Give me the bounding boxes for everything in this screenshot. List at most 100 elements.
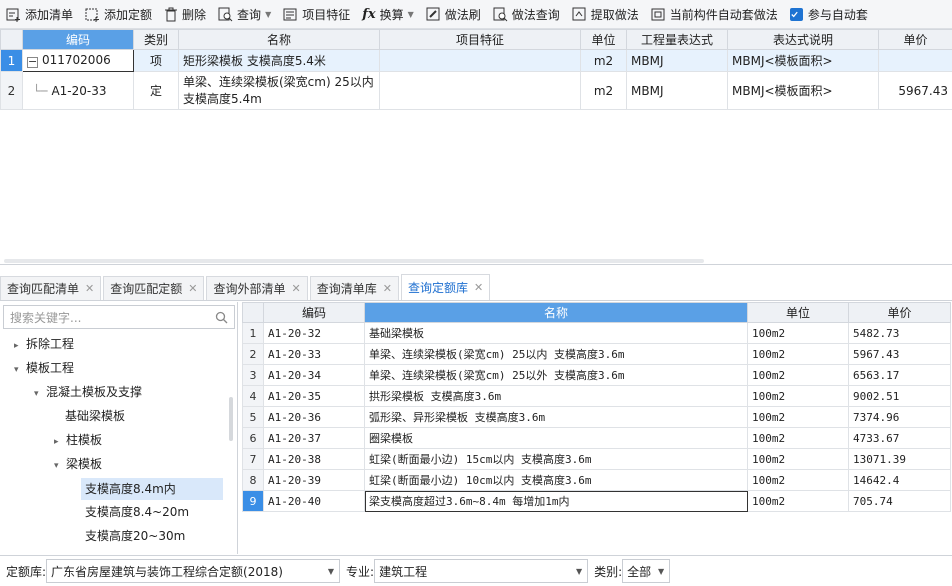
cell-type[interactable]: 定: [133, 71, 179, 110]
cell-code[interactable]: A1-20-36: [263, 406, 365, 428]
row-number[interactable]: 6: [242, 427, 264, 449]
cell-name[interactable]: 圈梁模板: [364, 427, 748, 449]
tree-item-height-20-30[interactable]: 支模高度20~30m: [85, 525, 185, 547]
item-feature-button[interactable]: 项目特征: [277, 3, 355, 25]
chevron-down-icon[interactable]: ▾: [14, 359, 26, 381]
table-row[interactable]: 8 A1-20-39 虹梁(断面最小边) 10cm以内 支模高度3.6m 100m2 1…: [242, 469, 951, 491]
header-unit[interactable]: 单位: [747, 302, 849, 323]
row-number[interactable]: 2: [242, 343, 264, 365]
tree-item-formwork[interactable]: ▾ 模板工程: [14, 357, 74, 379]
cell-unit[interactable]: 100m2: [747, 343, 849, 365]
cell-unit[interactable]: m2: [580, 71, 627, 110]
query-button[interactable]: 查询 ▼: [212, 3, 276, 25]
chevron-right-icon[interactable]: ▸: [54, 431, 66, 453]
convert-button[interactable]: fx 换算 ▼: [356, 3, 419, 25]
cell-price[interactable]: 6563.17: [848, 364, 951, 386]
search-icon[interactable]: [215, 311, 228, 324]
cell-unit[interactable]: 100m2: [747, 448, 849, 470]
table-row[interactable]: 5 A1-20-36 弧形梁、异形梁模板 支模高度3.6m 100m2 7374.96: [242, 406, 951, 428]
tab-list-library[interactable]: 查询清单库 ✕: [309, 276, 399, 300]
cell-price[interactable]: 9002.51: [848, 385, 951, 407]
cell-code[interactable]: A1-20-38: [263, 448, 365, 470]
table-row[interactable]: 1 −011702006 项 矩形梁模板 支模高度5.4米 m2 MBMJ MB…: [0, 49, 952, 72]
tree-item-column[interactable]: ▸ 柱模板: [54, 429, 102, 451]
convert-dropdown-icon[interactable]: ▼: [408, 10, 414, 19]
cell-name[interactable]: 梁支模高度超过3.6m~8.4m 每增加1m内: [364, 490, 748, 512]
row-number[interactable]: 9: [242, 490, 264, 512]
tree-item-concrete-support[interactable]: ▾ 混凝土模板及支撑: [34, 381, 142, 403]
row-number[interactable]: 4: [242, 385, 264, 407]
table-row[interactable]: 6 A1-20-37 圈梁模板 100m2 4733.67: [242, 427, 951, 449]
search-input[interactable]: 搜索关键字...: [3, 305, 235, 329]
row-number[interactable]: 1: [242, 322, 264, 344]
header-type[interactable]: 类别: [133, 29, 179, 50]
chevron-right-icon[interactable]: ▸: [14, 335, 26, 357]
cell-name[interactable]: 单梁、连续梁模板(梁宽cm) 25以外 支模高度3.6m: [364, 364, 748, 386]
tab-match-quota[interactable]: 查询匹配定额 ✕: [103, 276, 205, 300]
auto-method-button[interactable]: 当前构件自动套做法: [645, 3, 783, 25]
cell-feature[interactable]: [379, 71, 581, 110]
quota-lib-select[interactable]: 广东省房屋建筑与装饰工程综合定额(2018) ▼: [46, 559, 341, 583]
tree-item-base-beam[interactable]: 基础梁模板: [65, 405, 125, 427]
cell-name[interactable]: 拱形梁模板 支模高度3.6m: [364, 385, 748, 407]
auto-join-checkbox[interactable]: 参与自动套: [784, 3, 873, 25]
cell-code[interactable]: A1-20-40: [263, 490, 365, 512]
add-list-button[interactable]: 添加清单: [0, 3, 78, 25]
major-select[interactable]: 建筑工程 ▼: [374, 559, 589, 583]
header-feature[interactable]: 项目特征: [379, 29, 581, 50]
cell-unit[interactable]: 100m2: [747, 322, 849, 344]
cell-code[interactable]: A1-20-37: [263, 427, 365, 449]
tab-quota-library[interactable]: 查询定额库 ✕: [400, 274, 491, 300]
method-brush-button[interactable]: 做法刷: [420, 3, 486, 25]
cell-expr[interactable]: MBMJ: [626, 49, 728, 72]
chevron-down-icon[interactable]: ▾: [54, 455, 66, 477]
collapse-icon[interactable]: −: [27, 56, 38, 68]
table-row[interactable]: 4 A1-20-35 拱形梁模板 支模高度3.6m 100m2 9002.51: [242, 385, 951, 407]
header-price[interactable]: 单价: [878, 29, 952, 50]
cell-name[interactable]: 虹梁(断面最小边) 15cm以内 支模高度3.6m: [364, 448, 748, 470]
table-row[interactable]: 7 A1-20-38 虹梁(断面最小边) 15cm以内 支模高度3.6m 100m2 1…: [242, 448, 951, 470]
cell-expr[interactable]: MBMJ: [626, 71, 728, 110]
cell-price[interactable]: 4733.67: [848, 427, 951, 449]
cell-price[interactable]: 14642.4: [848, 469, 951, 491]
tree-item-height-8-4[interactable]: 支模高度8.4m内: [81, 478, 223, 500]
cell-unit[interactable]: 100m2: [747, 469, 849, 491]
close-icon[interactable]: ✕: [383, 282, 392, 295]
cell-name[interactable]: 单梁、连续梁模板(梁宽cm) 25以内 支模高度3.6m: [364, 343, 748, 365]
header-name[interactable]: 名称: [364, 302, 748, 323]
cell-price[interactable]: 13071.39: [848, 448, 951, 470]
chevron-down-icon[interactable]: ▾: [34, 383, 46, 405]
cell-feature[interactable]: [379, 49, 581, 72]
tab-external-list[interactable]: 查询外部清单 ✕: [206, 276, 308, 300]
row-number[interactable]: 1: [0, 49, 23, 72]
cell-unit[interactable]: 100m2: [747, 385, 849, 407]
header-price[interactable]: 单价: [848, 302, 951, 323]
table-row[interactable]: 3 A1-20-34 单梁、连续梁模板(梁宽cm) 25以外 支模高度3.6m 100…: [242, 364, 951, 386]
cell-code[interactable]: A1-20-32: [263, 322, 365, 344]
cell-unit[interactable]: m2: [580, 49, 627, 72]
cell-price[interactable]: 5967.43: [878, 71, 952, 110]
tree-item-height-8-4-20[interactable]: 支模高度8.4~20m: [85, 501, 189, 523]
cell-code[interactable]: A1-20-34: [263, 364, 365, 386]
cell-unit[interactable]: 100m2: [747, 364, 849, 386]
table-row[interactable]: 2 └─ A1-20-33 定 单梁、连续梁模板(梁宽cm) 25以内 支模高度5…: [0, 71, 952, 110]
table-row[interactable]: 1 A1-20-32 基础梁模板 100m2 5482.73: [242, 322, 951, 344]
cell-type[interactable]: 项: [133, 49, 179, 72]
header-unit[interactable]: 单位: [580, 29, 627, 50]
cell-unit[interactable]: 100m2: [747, 427, 849, 449]
cell-code[interactable]: A1-20-33: [263, 343, 365, 365]
row-number[interactable]: 3: [242, 364, 264, 386]
cell-price[interactable]: 5482.73: [848, 322, 951, 344]
cell-unit[interactable]: 100m2: [747, 406, 849, 428]
header-name[interactable]: 名称: [178, 29, 380, 50]
vertical-scrollbar[interactable]: [229, 397, 233, 441]
cell-code[interactable]: A1-20-39: [263, 469, 365, 491]
tree-item-beam[interactable]: ▾ 梁模板: [54, 453, 102, 475]
cell-unit[interactable]: 100m2: [747, 490, 849, 512]
tree-item-demolition[interactable]: ▸ 拆除工程: [14, 333, 74, 355]
cell-price[interactable]: 705.74: [848, 490, 951, 512]
table-row[interactable]: 9 A1-20-40 梁支模高度超过3.6m~8.4m 每增加1m内 100m2 705…: [242, 490, 951, 512]
category-select[interactable]: 全部 ▼: [622, 559, 671, 583]
checkbox-checked-icon[interactable]: [789, 7, 803, 21]
row-number[interactable]: 7: [242, 448, 264, 470]
